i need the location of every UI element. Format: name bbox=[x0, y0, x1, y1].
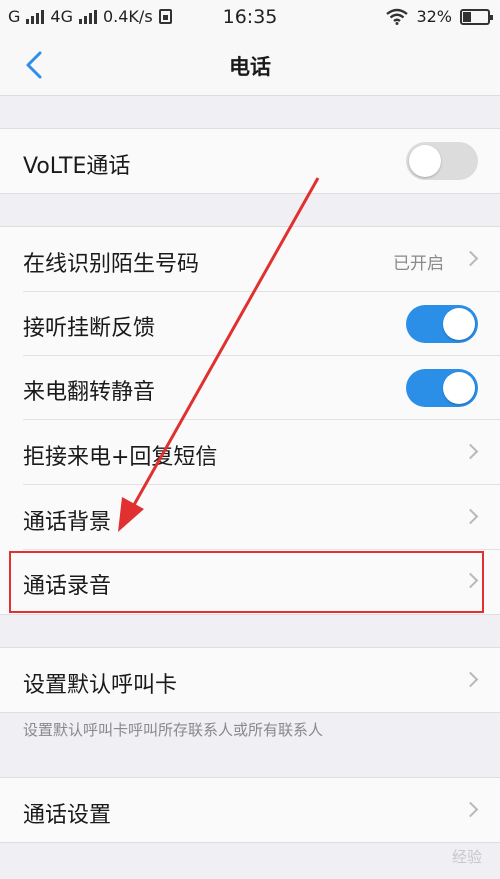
volte-row[interactable]: VoLTE通话 bbox=[0, 129, 500, 193]
list-item-label: 来电翻转静音 bbox=[23, 380, 156, 405]
battery-percent: 32% bbox=[416, 7, 452, 26]
default-card-hint: 设置默认呼叫卡呼叫所存联系人或所有联系人 bbox=[23, 721, 324, 739]
volte-label: VoLTE通话 bbox=[23, 154, 131, 179]
list-item-online-identify[interactable]: 在线识别陌生号码 已开启 bbox=[0, 227, 500, 292]
call-settings-group: 通话设置 bbox=[0, 777, 500, 843]
list-item-label: 在线识别陌生号码 bbox=[23, 252, 200, 277]
toggle-knob bbox=[443, 308, 475, 340]
list-item-flip-mute[interactable]: 来电翻转静音 bbox=[0, 356, 500, 420]
list-item-default-card[interactable]: 设置默认呼叫卡 bbox=[0, 648, 500, 712]
answer-feedback-toggle[interactable] bbox=[406, 305, 478, 343]
chevron-right-icon bbox=[462, 443, 479, 460]
list-item-call-background[interactable]: 通话背景 bbox=[0, 485, 500, 550]
status-bar: G 4G 0.4K/s 16:35 32% bbox=[0, 0, 500, 34]
list-item-label: 通话设置 bbox=[23, 803, 112, 828]
volte-toggle[interactable] bbox=[406, 142, 478, 180]
default-card-group: 设置默认呼叫卡 bbox=[0, 647, 500, 713]
list-item-reject-sms[interactable]: 拒接来电+回复短信 bbox=[0, 420, 500, 485]
list-item-label: 拒接来电+回复短信 bbox=[23, 445, 218, 470]
list-item-label: 接听挂断反馈 bbox=[23, 316, 156, 341]
chevron-right-icon bbox=[462, 801, 479, 818]
list-item-label: 通话背景 bbox=[23, 510, 112, 535]
highlight-box bbox=[9, 551, 484, 613]
chevron-right-icon bbox=[462, 250, 479, 267]
watermark: 经验 bbox=[451, 848, 482, 866]
page-title: 电话 bbox=[229, 55, 271, 79]
status-value: 已开启 bbox=[393, 254, 444, 274]
list-item-answer-feedback[interactable]: 接听挂断反馈 bbox=[0, 292, 500, 356]
list-item-label: 设置默认呼叫卡 bbox=[23, 673, 178, 698]
chevron-right-icon bbox=[462, 671, 479, 688]
toggle-knob bbox=[409, 145, 441, 177]
volte-group: VoLTE通话 bbox=[0, 128, 500, 194]
navigation-bar: 电话 bbox=[0, 34, 500, 96]
wifi-icon bbox=[386, 8, 409, 25]
battery-icon bbox=[460, 8, 493, 25]
chevron-right-icon bbox=[462, 508, 479, 525]
flip-mute-toggle[interactable] bbox=[406, 369, 478, 407]
list-item-call-settings[interactable]: 通话设置 bbox=[0, 778, 500, 842]
toggle-knob bbox=[443, 372, 475, 404]
